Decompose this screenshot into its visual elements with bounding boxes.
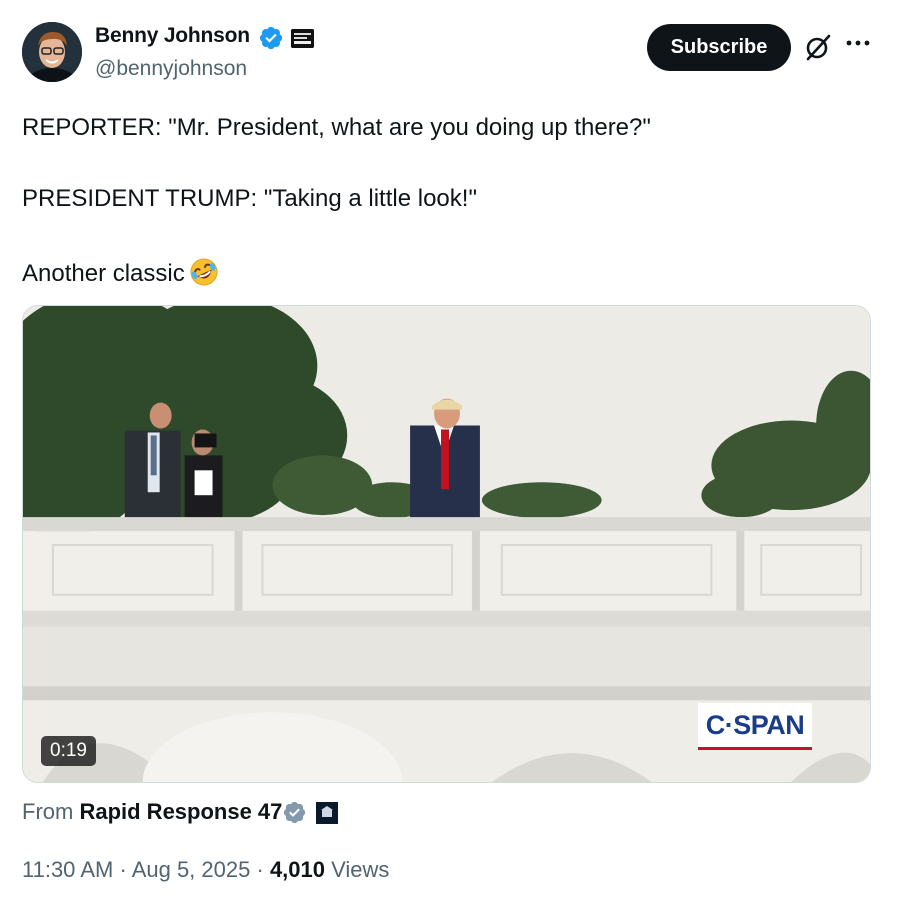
meta-separator-1: · [119, 857, 127, 882]
video-player[interactable]: 0:19 C·SPAN [22, 305, 871, 783]
views-count[interactable]: 4,010 [270, 857, 325, 882]
grok-icon[interactable] [803, 32, 833, 62]
author-avatar[interactable] [22, 22, 82, 82]
tweet-text-line-2: PRESIDENT TRUMP: "Taking a little look!" [22, 185, 477, 212]
tweet-text-line-1: REPORTER: "Mr. President, what are you d… [22, 114, 651, 141]
tweet-time[interactable]: 11:30 AM [22, 857, 113, 882]
tweet-text-line-3-text: Another classic [22, 260, 185, 287]
source-account-name[interactable]: Rapid Response 47 [79, 799, 282, 824]
verified-badge-icon [259, 26, 283, 50]
tweet-date[interactable]: Aug 5, 2025 [132, 857, 251, 882]
source-attribution: From Rapid Response 47 [22, 799, 282, 825]
more-options-icon[interactable] [845, 36, 871, 50]
author-name[interactable]: Benny Johnson [95, 24, 250, 48]
video-duration: 0:19 [41, 736, 96, 766]
views-label[interactable]: Views [331, 857, 389, 882]
white-house-badge-icon[interactable] [316, 802, 338, 824]
source-prefix: From [22, 799, 74, 824]
rofl-emoji-icon [190, 258, 218, 286]
affiliate-badge-icon[interactable] [291, 29, 314, 48]
avatar-image [22, 22, 82, 82]
subscribe-button[interactable]: Subscribe [647, 24, 791, 71]
cspan-watermark: C·SPAN [698, 703, 812, 750]
tweet-meta: 11:30 AM · Aug 5, 2025 · 4,010 Views [22, 857, 389, 883]
tweet-text-line-3: Another classic [22, 257, 219, 288]
author-handle[interactable]: @bennyjohnson [95, 57, 247, 81]
gray-verified-badge-icon [283, 801, 306, 824]
meta-separator-2: · [256, 857, 264, 882]
